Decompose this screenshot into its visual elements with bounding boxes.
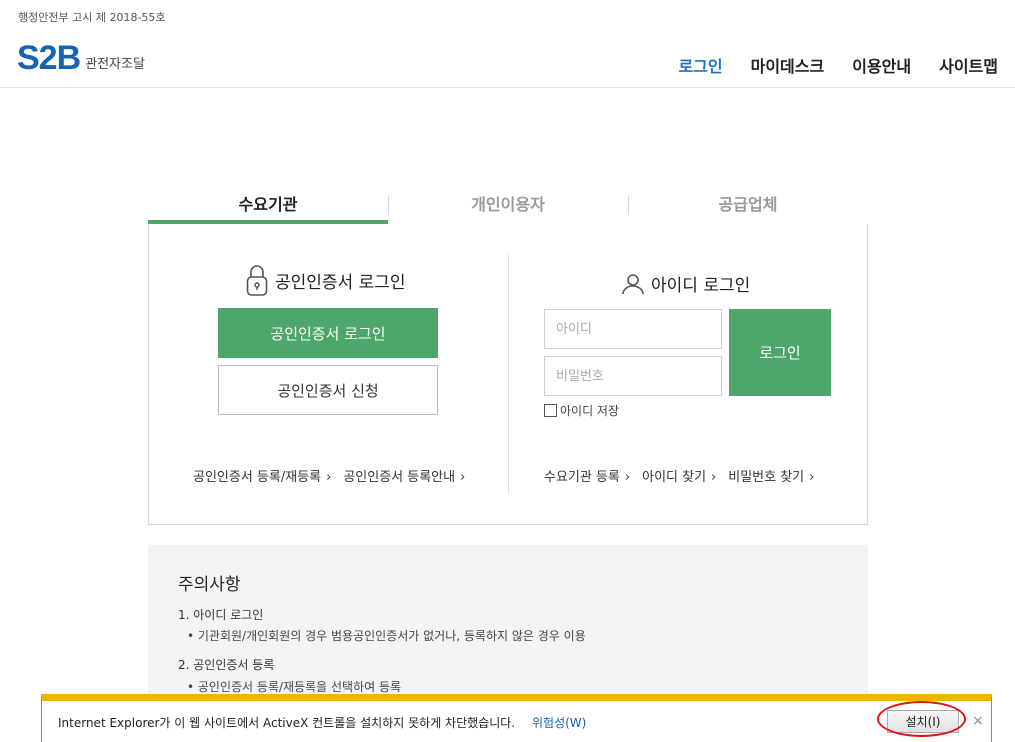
logo-subtitle: 관전자조달 — [85, 57, 145, 72]
nav-guide[interactable]: 이용안내 — [852, 53, 911, 77]
notice-item: 2. 공인인증서 등록 — [178, 658, 275, 672]
tab-individual[interactable]: 개인이용자 — [388, 188, 628, 224]
logo[interactable]: S2B 관전자조달 — [17, 39, 145, 77]
tab-divider — [628, 195, 629, 215]
cert-login-title: 공인인증서 로그인 — [275, 272, 406, 293]
logo-mark: S2B — [17, 39, 81, 77]
close-icon[interactable]: × — [972, 713, 984, 729]
admin-notice: 행정안전부 고시 제 2018-55호 — [18, 11, 166, 24]
cert-apply-button[interactable]: 공인인증서 신청 — [218, 365, 438, 415]
find-password-link[interactable]: 비밀번호 찾기 › — [728, 466, 814, 485]
save-id-label: 아이디 저장 — [560, 404, 620, 418]
risk-link[interactable]: 위험성(W) — [532, 714, 586, 731]
ie-notification-bar: Internet Explorer가 이 웹 사이트에서 ActiveX 컨트롤… — [41, 694, 992, 742]
panel-divider — [508, 254, 509, 494]
notice-item-detail: • 기관회원/개인회원의 경우 범용공인인증서가 없거나, 등록하지 않은 경우… — [187, 629, 586, 643]
notice-section: 주의사항 1. 아이디 로그인 • 기관회원/개인회원의 경우 범용공인인증서가… — [148, 545, 868, 705]
user-type-tabs: 수요기관 개인이용자 공급업체 — [148, 188, 868, 224]
activex-blocked-message: Internet Explorer가 이 웹 사이트에서 ActiveX 컨트롤… — [58, 716, 516, 730]
id-links: 수요기관 등록 › 아이디 찾기 › 비밀번호 찾기 › — [544, 466, 826, 485]
user-icon — [622, 273, 644, 294]
nav-mydesk[interactable]: 마이데스크 — [751, 53, 825, 77]
main-nav: 로그인 마이데스크 이용안내 사이트맵 — [678, 53, 998, 77]
cert-login-button[interactable]: 공인인증서 로그인 — [218, 308, 438, 358]
cert-register-link[interactable]: 공인인증서 등록/재등록 › — [193, 466, 331, 485]
id-login-heading: 아이디 로그인 — [621, 271, 750, 296]
cert-links: 공인인증서 등록/재등록 › 공인인증서 등록안내 › — [193, 466, 477, 485]
install-button[interactable]: 설치(I) — [887, 710, 959, 733]
tab-divider — [388, 195, 389, 215]
notice-item-detail: • 공인인증서 등록/재등록을 선택하여 등록 — [187, 680, 402, 694]
cert-guide-link[interactable]: 공인인증서 등록안내 › — [343, 466, 465, 485]
tab-supplier[interactable]: 공급업체 — [628, 188, 868, 224]
save-id-checkbox[interactable] — [544, 404, 557, 417]
tab-institution[interactable]: 수요기관 — [148, 188, 388, 224]
notice-title: 주의사항 — [178, 575, 241, 595]
find-id-link[interactable]: 아이디 찾기 › — [642, 466, 716, 485]
nav-login[interactable]: 로그인 — [678, 53, 722, 77]
institution-register-link[interactable]: 수요기관 등록 › — [544, 466, 630, 485]
password-input[interactable] — [544, 356, 722, 396]
cert-login-heading: 공인인증서 로그인 — [245, 263, 406, 297]
notice-item: 1. 아이디 로그인 — [178, 608, 264, 622]
nav-sitemap[interactable]: 사이트맵 — [939, 53, 998, 77]
id-input[interactable] — [544, 309, 722, 349]
login-panel: 공인인증서 로그인 공인인증서 로그인 공인인증서 신청 공인인증서 등록/재등… — [148, 224, 868, 525]
save-id-row: 아이디 저장 — [544, 402, 619, 419]
lock-icon — [246, 265, 268, 296]
id-login-button[interactable]: 로그인 — [729, 309, 831, 396]
header-divider — [0, 87, 1015, 88]
id-login-title: 아이디 로그인 — [651, 276, 751, 296]
